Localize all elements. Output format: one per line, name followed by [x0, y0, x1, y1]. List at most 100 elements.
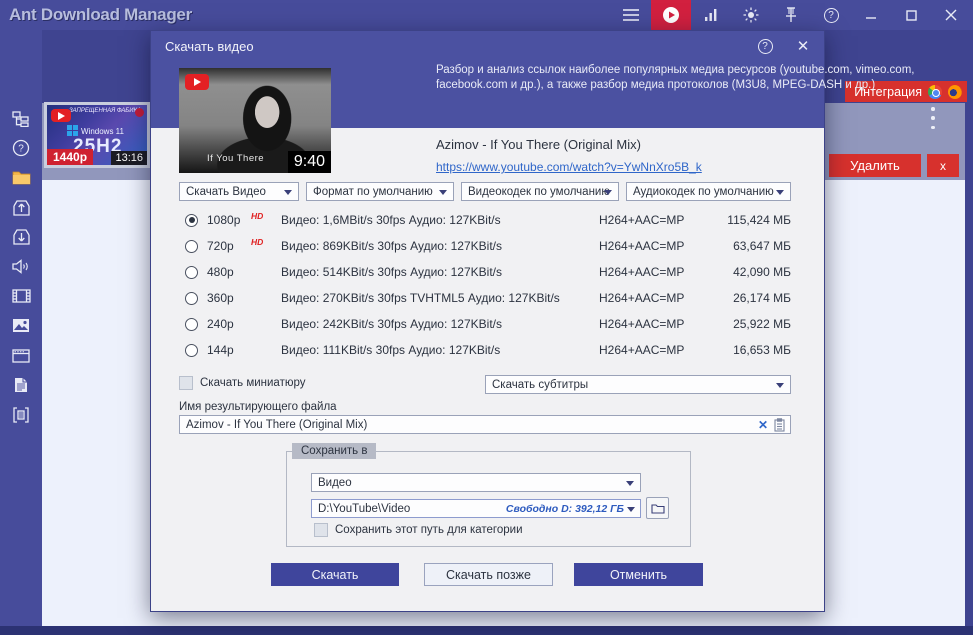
open-file-icon[interactable] [0, 193, 42, 223]
pin-icon[interactable] [771, 0, 811, 30]
category-dropdown[interactable]: Видео [311, 473, 641, 492]
radio-icon[interactable] [185, 239, 198, 253]
folder-icon[interactable] [0, 163, 42, 193]
video-thumbnail: If You There 9:40 [179, 68, 331, 173]
close-window-icon[interactable] [931, 0, 971, 30]
quality-info: Видео: 111KBit/s 30fps Аудио: 127KBit/s [281, 343, 501, 357]
categories-tree-icon[interactable] [0, 104, 42, 134]
quality-codec: H264+AAC=MP [599, 317, 685, 331]
app-window: Ant Download Manager ? ? ЗАПРЕЩЕННАЯ ФАБ… [0, 0, 973, 635]
audio-codec-dropdown-value: Аудиокодек по умолчанию [633, 185, 774, 198]
save-path-checkbox[interactable] [314, 523, 328, 537]
quality-size: 63,647 МБ [733, 239, 791, 253]
sidebar-help-icon[interactable]: ? [0, 134, 42, 164]
save-path-option: Сохранить этот путь для категории [314, 523, 523, 537]
radio-icon[interactable] [185, 343, 198, 357]
quality-resolution: 360p [207, 291, 234, 305]
video-url-link[interactable]: https://www.youtube.com/watch?v=YwNnXro5… [436, 160, 702, 174]
chevron-down-icon [776, 383, 784, 388]
quality-codec: H264+AAC=MP [599, 291, 685, 305]
download-button-label: Скачать [311, 567, 359, 582]
item-menu-icon[interactable] [927, 107, 939, 129]
thumbnail-text-windows: Windows 11 [81, 127, 124, 136]
document-icon[interactable] [0, 370, 42, 400]
save-path-combobox[interactable]: D:\YouTube\Video Свободно D: 392,12 ГБ [311, 499, 641, 518]
thumbnail-checkbox[interactable] [179, 376, 193, 390]
filename-input[interactable]: Azimov - If You There (Original Mix) ✕ [179, 415, 791, 434]
dialog-help-icon[interactable]: ? [756, 37, 774, 55]
chevron-down-icon [284, 190, 292, 195]
maximize-icon[interactable] [891, 0, 931, 30]
resolution-badge: 1440p [47, 149, 94, 165]
quality-codec: H264+AAC=MP [599, 265, 685, 279]
quality-info: Видео: 1,6MBit/s 30fps Аудио: 127KBit/s [281, 213, 501, 227]
quality-row-144p[interactable]: 144p Видео: 111KBit/s 30fps Аудио: 127KB… [179, 337, 791, 363]
filename-value: Azimov - If You There (Original Mix) [186, 418, 368, 431]
duration-badge: 13:16 [111, 151, 147, 165]
webpage-icon[interactable] [0, 341, 42, 371]
quality-info: Видео: 869KBit/s 30fps Аудио: 127KBit/s [281, 239, 502, 253]
quality-resolution: 144p [207, 343, 234, 357]
hd-badge: HD [251, 211, 264, 221]
quality-size: 42,090 МБ [733, 265, 791, 279]
stats-icon[interactable] [691, 0, 731, 30]
titlebar: Ant Download Manager ? [0, 0, 973, 30]
radio-icon[interactable] [185, 265, 198, 279]
quality-row-1080p[interactable]: 1080p HD Видео: 1,6MBit/s 30fps Аудио: 1… [179, 207, 791, 233]
quality-info: Видео: 514KBit/s 30fps Аудио: 127KBit/s [281, 265, 502, 279]
quality-row-480p[interactable]: 480p Видео: 514KBit/s 30fps Аудио: 127KB… [179, 259, 791, 285]
quality-row-720p[interactable]: 720p HD Видео: 869KBit/s 30fps Аудио: 12… [179, 233, 791, 259]
video-tab-play-icon[interactable] [651, 0, 691, 30]
quality-row-240p[interactable]: 240p Видео: 242KBit/s 30fps Аудио: 127KB… [179, 311, 791, 337]
windows-logo-icon [67, 125, 78, 136]
radio-icon[interactable] [185, 291, 198, 305]
help-icon[interactable]: ? [811, 0, 851, 30]
delete-label: Удалить [850, 158, 900, 173]
thumbnail-image: ЗАПРЕЩЕННАЯ ФАБИКА Windows 11 25H2 1440p… [47, 105, 147, 165]
audio-codec-dropdown[interactable]: Аудиокодек по умолчанию [626, 182, 791, 201]
clear-filename-icon[interactable]: ✕ [752, 418, 774, 432]
quality-resolution: 480p [207, 265, 234, 279]
thumbnail-checkbox-label: Скачать миниатюру [200, 377, 306, 389]
download-item-thumbnail[interactable]: ЗАПРЕЩЕННАЯ ФАБИКА Windows 11 25H2 1440p… [44, 102, 150, 168]
radio-selected-icon[interactable] [185, 213, 198, 227]
save-file-icon[interactable] [0, 222, 42, 252]
delete-button[interactable]: Удалить [829, 154, 921, 177]
format-dropdown[interactable]: Формат по умолчанию [306, 182, 454, 201]
paste-icon[interactable] [774, 417, 790, 432]
dialog-description: Разбор и анализ ссылок наиболее популярн… [436, 64, 915, 91]
titlebar-icons: ? [611, 0, 971, 30]
subtitles-dropdown-value: Скачать субтитры [492, 378, 589, 391]
action-dropdown-value: Скачать Видео [186, 185, 266, 198]
browse-folder-button[interactable] [646, 497, 669, 519]
quality-size: 25,922 МБ [733, 317, 791, 331]
cancel-button[interactable]: Отменить [574, 563, 703, 586]
download-later-button[interactable]: Скачать позже [424, 563, 553, 586]
radio-icon[interactable] [185, 317, 198, 331]
quality-row-360p[interactable]: 360p Видео: 270KBit/s 30fps TVHTML5 Ауди… [179, 285, 791, 311]
close-item-label: x [940, 158, 946, 173]
download-button[interactable]: Скачать [271, 563, 399, 586]
theme-sun-icon[interactable] [731, 0, 771, 30]
archive-icon[interactable] [0, 400, 42, 430]
subtitles-dropdown[interactable]: Скачать субтитры [485, 375, 791, 394]
images-icon[interactable] [0, 311, 42, 341]
save-to-group-title: Сохранить в [292, 443, 377, 459]
chevron-down-icon [627, 507, 635, 512]
video-duration-badge: 9:40 [287, 151, 331, 173]
video-title: Azimov - If You There (Original Mix) [436, 137, 641, 152]
download-thumbnail-option: Скачать миниатюру [179, 376, 305, 390]
quality-info: Видео: 242KBit/s 30fps Аудио: 127KBit/s [281, 317, 502, 331]
video-icon[interactable] [0, 282, 42, 312]
video-codec-dropdown[interactable]: Видеокодек по умолчанию [461, 182, 619, 201]
quality-resolution: 720p [207, 239, 234, 253]
audio-icon[interactable] [0, 252, 42, 282]
quality-resolution: 240p [207, 317, 234, 331]
close-item-button[interactable]: x [927, 154, 959, 177]
thumbnail-text-small: ЗАПРЕЩЕННАЯ ФАБИКА [69, 108, 142, 114]
action-dropdown[interactable]: Скачать Видео [179, 182, 299, 201]
minimize-icon[interactable] [851, 0, 891, 30]
dialog-close-icon[interactable]: ✕ [794, 37, 812, 55]
menu-icon[interactable] [611, 0, 651, 30]
download-video-dialog: Скачать видео ? ✕ Разбор и анализ ссылок… [150, 30, 914, 612]
